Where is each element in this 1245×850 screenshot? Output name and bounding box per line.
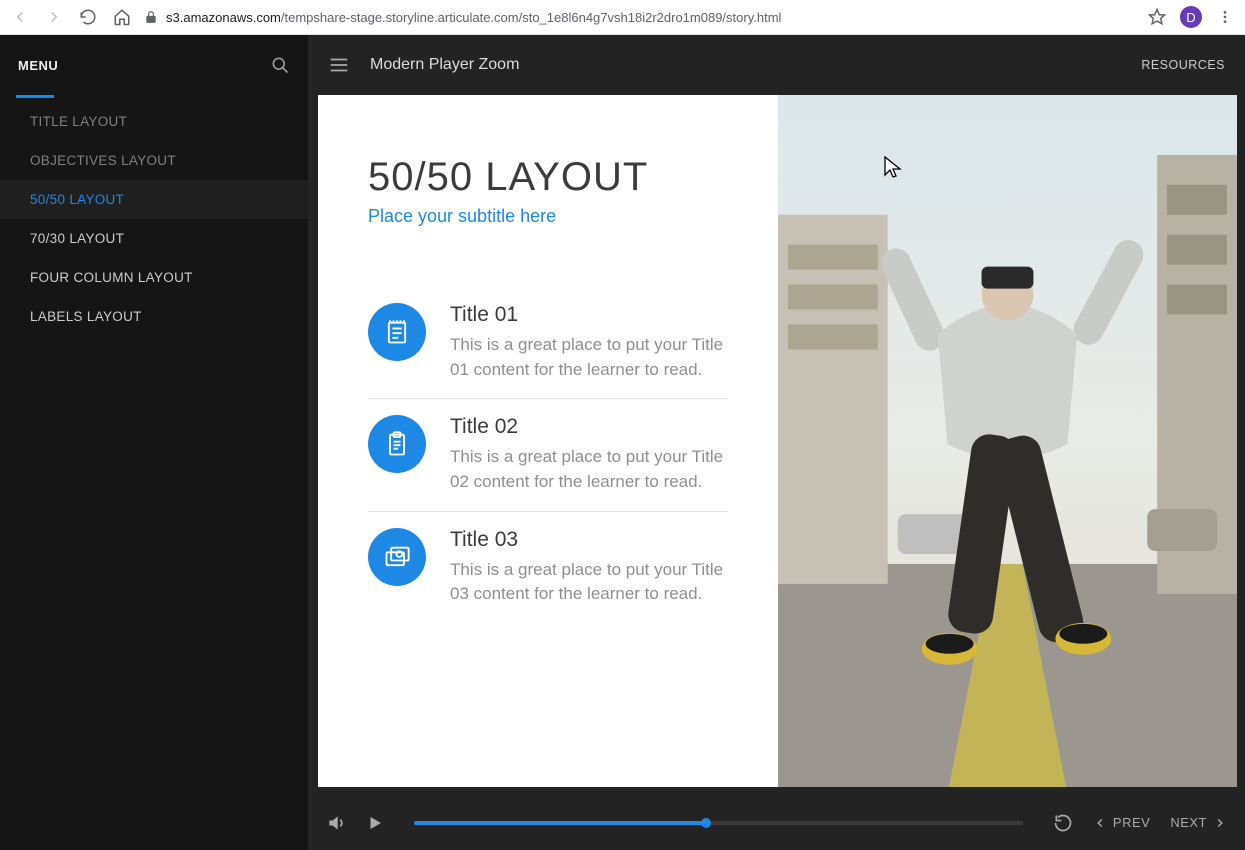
item-description: This is a great place to put your Title … (450, 558, 728, 607)
player-controls: PREV NEXT (308, 795, 1245, 850)
photos-icon (368, 528, 426, 586)
browser-toolbar: s3.amazonaws.com/tempshare-stage.storyli… (0, 0, 1245, 35)
seek-bar[interactable] (414, 821, 1023, 825)
clipboard-icon (368, 415, 426, 473)
profile-avatar[interactable]: D (1179, 5, 1203, 29)
back-button[interactable] (8, 5, 32, 29)
next-label: NEXT (1170, 815, 1207, 830)
prev-label: PREV (1113, 815, 1150, 830)
content-item-3: Title 03 This is a great place to put yo… (368, 511, 728, 623)
notepad-icon (368, 303, 426, 361)
lock-icon (144, 10, 158, 24)
sidebar-item-title-layout[interactable]: TITLE LAYOUT (0, 102, 308, 141)
item-description: This is a great place to put your Title … (450, 333, 728, 382)
forward-button[interactable] (42, 5, 66, 29)
slide: 50/50 LAYOUT Place your subtitle here Ti… (318, 95, 1237, 787)
sidebar-header: MENU (0, 35, 308, 95)
home-button[interactable] (110, 5, 134, 29)
reload-button[interactable] (76, 5, 100, 29)
item-title: Title 02 (450, 415, 728, 439)
content-item-1: Title 01 This is a great place to put yo… (368, 287, 728, 398)
item-body: Title 01 This is a great place to put yo… (450, 303, 728, 382)
sidebar-item-labels-layout[interactable]: LABELS LAYOUT (0, 297, 308, 336)
seek-handle[interactable] (701, 818, 711, 828)
bookmark-star-icon[interactable] (1145, 5, 1169, 29)
item-body: Title 03 This is a great place to put yo… (450, 528, 728, 607)
sidebar: MENU TITLE LAYOUT OBJECTIVES LAYOUT 50/5… (0, 35, 308, 850)
profile-letter: D (1180, 6, 1202, 28)
play-button[interactable] (366, 814, 384, 832)
sidebar-item-objectives-layout[interactable]: OBJECTIVES LAYOUT (0, 141, 308, 180)
url-text: s3.amazonaws.com/tempshare-stage.storyli… (166, 10, 781, 25)
sidebar-item-5050-layout[interactable]: 50/50 LAYOUT (0, 180, 308, 219)
item-description: This is a great place to put your Title … (450, 445, 728, 494)
active-tab-indicator (16, 95, 54, 98)
mouse-cursor-icon (883, 155, 903, 179)
address-bar[interactable]: s3.amazonaws.com/tempshare-stage.storyli… (144, 10, 1135, 25)
main-panel: Modern Player Zoom RESOURCES 50/50 LAYOU… (308, 35, 1245, 850)
item-body: Title 02 This is a great place to put yo… (450, 415, 728, 494)
slide-area: 50/50 LAYOUT Place your subtitle here Ti… (308, 95, 1245, 795)
replay-button[interactable] (1053, 813, 1073, 833)
search-icon[interactable] (270, 55, 290, 75)
resources-link[interactable]: RESOURCES (1141, 58, 1225, 72)
sidebar-title: MENU (18, 58, 58, 73)
next-button[interactable]: NEXT (1170, 815, 1227, 830)
item-title: Title 03 (450, 528, 728, 552)
seek-progress (414, 821, 706, 825)
slide-photo (778, 95, 1237, 787)
prev-button[interactable]: PREV (1093, 815, 1150, 830)
slide-title: 50/50 LAYOUT (368, 155, 728, 200)
course-title: Modern Player Zoom (370, 56, 1141, 74)
slide-subtitle: Place your subtitle here (368, 206, 728, 227)
content-item-2: Title 02 This is a great place to put yo… (368, 398, 728, 510)
volume-button[interactable] (326, 813, 346, 833)
sidebar-item-7030-layout[interactable]: 70/30 LAYOUT (0, 219, 308, 258)
slide-image-column (778, 95, 1237, 787)
content-items: Title 01 This is a great place to put yo… (368, 287, 728, 623)
item-title: Title 01 (450, 303, 728, 327)
browser-menu-icon[interactable] (1213, 5, 1237, 29)
app-container: MENU TITLE LAYOUT OBJECTIVES LAYOUT 50/5… (0, 35, 1245, 850)
player-topbar: Modern Player Zoom RESOURCES (308, 35, 1245, 95)
sidebar-item-four-column-layout[interactable]: FOUR COLUMN LAYOUT (0, 258, 308, 297)
hamburger-icon[interactable] (328, 54, 350, 76)
slide-text-column: 50/50 LAYOUT Place your subtitle here Ti… (318, 95, 778, 787)
menu-list: TITLE LAYOUT OBJECTIVES LAYOUT 50/50 LAY… (0, 102, 308, 336)
